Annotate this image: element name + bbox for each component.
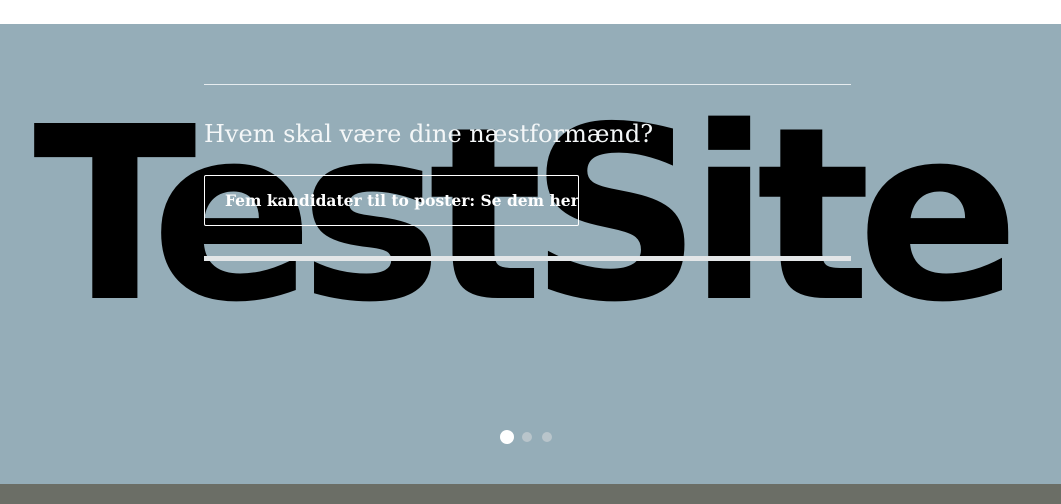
- cta-label: Fem kandidater til to poster: Se dem her: [225, 191, 579, 210]
- divider-bottom: [204, 256, 851, 261]
- carousel-dot-1[interactable]: [500, 430, 514, 444]
- candidates-cta-button[interactable]: Fem kandidater til to poster: Se dem her: [204, 175, 579, 226]
- slide-headline: Hvem skal være dine næstformænd?: [204, 120, 654, 148]
- carousel-dot-2[interactable]: [522, 432, 532, 442]
- hero-carousel: TestSite Hvem skal være dine næstformænd…: [0, 24, 1061, 484]
- divider-top: [204, 84, 851, 85]
- carousel-dot-3[interactable]: [542, 432, 552, 442]
- top-bar: [0, 0, 1061, 24]
- footer-strip: [0, 484, 1061, 504]
- carousel-pagination: [500, 429, 562, 445]
